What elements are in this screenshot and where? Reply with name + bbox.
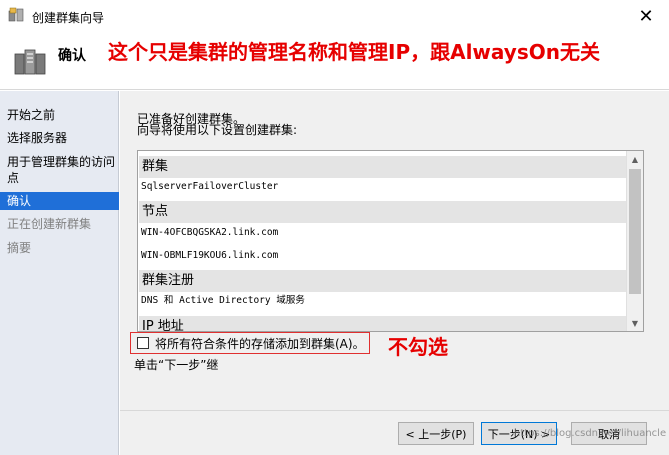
next-hint-text: 单击“下一步”继 <box>134 358 219 372</box>
red-annotation-uncheck: 不勾选 <box>388 335 448 359</box>
scroll-thumb[interactable] <box>629 169 641 294</box>
nav-step-select-servers[interactable]: 选择服务器 <box>7 130 67 146</box>
list-item-node-2: WIN-OBMLF19KOU6.link.com <box>141 250 279 261</box>
title-bar: 创建群集向导 ✕ <box>0 0 669 32</box>
scroll-up-icon[interactable]: ▲ <box>627 151 643 167</box>
list-item-node-1: WIN-4OFCBQGSKA2.link.com <box>141 227 279 238</box>
cluster-wizard-icon <box>8 7 24 22</box>
settings-intro-text: 向导将使用以下设置创建群集: <box>137 123 298 137</box>
list-item-registration: DNS 和 Active Directory 域服务 <box>141 295 305 306</box>
red-highlight-box <box>130 332 370 354</box>
section-heading-nodes: 节点 <box>139 201 628 223</box>
nav-step-confirm[interactable]: 确认 <box>0 192 119 210</box>
red-annotation-top: 这个只是集群的管理名称和管理IP，跟AlwaysOn无关 <box>108 40 600 64</box>
settings-listbox[interactable]: 群集 SqlserverFailoverCluster 节点 WIN-4OFCB… <box>137 150 644 332</box>
back-button[interactable]: < 上一步(P) <box>398 422 474 445</box>
page-title: 确认 <box>58 48 86 64</box>
section-heading-registration: 群集注册 <box>139 270 628 292</box>
scroll-down-icon[interactable]: ▼ <box>627 315 643 331</box>
server-cluster-icon <box>14 49 46 75</box>
wizard-header: 确认 这个只是集群的管理名称和管理IP，跟AlwaysOn无关 <box>0 32 669 90</box>
section-heading-cluster: 群集 <box>139 156 628 178</box>
footer-divider <box>120 410 669 411</box>
listbox-scrollbar[interactable]: ▲ ▼ <box>626 151 643 331</box>
close-icon[interactable]: ✕ <box>623 0 669 32</box>
nav-step-summary: 摘要 <box>7 241 32 255</box>
nav-step-creating-cluster: 正在创建新群集 <box>7 217 92 231</box>
nav-step-access-point-line2: 点 <box>7 171 20 185</box>
window-title: 创建群集向导 <box>32 11 105 25</box>
list-item-cluster-name: SqlserverFailoverCluster <box>141 181 279 192</box>
nav-step-before-you-begin[interactable]: 开始之前 <box>7 107 55 123</box>
watermark: https://blog.csdn.net/lihuancle <box>514 428 667 439</box>
nav-step-access-point[interactable]: 用于管理群集的访问 <box>7 154 115 170</box>
section-heading-ip: IP 地址 <box>139 316 628 331</box>
